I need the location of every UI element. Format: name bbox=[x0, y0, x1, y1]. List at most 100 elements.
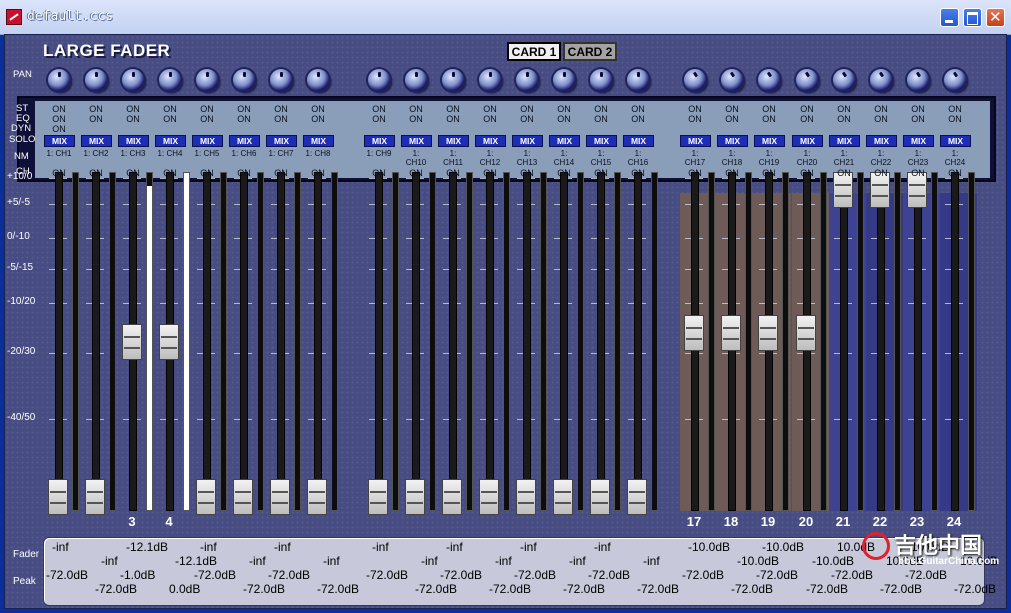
pan-knob[interactable] bbox=[307, 69, 329, 91]
eq-toggle[interactable]: ON bbox=[901, 114, 935, 124]
ch-on-toggle[interactable]: ON bbox=[901, 168, 935, 178]
ch-on-toggle[interactable]: ON bbox=[153, 168, 187, 178]
fader-handle[interactable] bbox=[307, 479, 327, 515]
pan-knob[interactable] bbox=[907, 69, 929, 91]
close-button[interactable]: ✕ bbox=[986, 8, 1005, 27]
ch-on-toggle[interactable]: ON bbox=[938, 168, 972, 178]
solo-mix-button[interactable]: MIX bbox=[755, 136, 784, 146]
fader-handle[interactable] bbox=[405, 479, 425, 515]
eq-toggle[interactable]: ON bbox=[116, 114, 150, 124]
solo-mix-button[interactable]: MIX bbox=[718, 136, 747, 146]
eq-toggle[interactable]: ON bbox=[621, 114, 655, 124]
solo-mix-button[interactable]: MIX bbox=[156, 136, 185, 146]
fader-handle[interactable] bbox=[553, 479, 573, 515]
st-toggle[interactable]: ON bbox=[938, 104, 972, 114]
pan-knob[interactable] bbox=[233, 69, 255, 91]
eq-toggle[interactable]: ON bbox=[827, 114, 861, 124]
eq-toggle[interactable]: ON bbox=[510, 114, 544, 124]
eq-toggle[interactable]: ON bbox=[190, 114, 224, 124]
eq-toggle[interactable]: ON bbox=[79, 114, 113, 124]
pan-knob[interactable] bbox=[122, 69, 144, 91]
ch-on-toggle[interactable]: ON bbox=[301, 168, 335, 178]
solo-mix-button[interactable]: MIX bbox=[476, 136, 505, 146]
solo-mix-button[interactable]: MIX bbox=[82, 136, 111, 146]
pan-knob[interactable] bbox=[159, 69, 181, 91]
pan-knob[interactable] bbox=[405, 69, 427, 91]
ch-on-toggle[interactable]: ON bbox=[264, 168, 298, 178]
st-toggle[interactable]: ON bbox=[752, 104, 786, 114]
st-toggle[interactable]: ON bbox=[79, 104, 113, 114]
st-toggle[interactable]: ON bbox=[584, 104, 618, 114]
pan-knob[interactable] bbox=[516, 69, 538, 91]
solo-mix-button[interactable]: MIX bbox=[867, 136, 896, 146]
eq-toggle[interactable]: ON bbox=[42, 114, 76, 124]
ch-on-toggle[interactable]: ON bbox=[752, 168, 786, 178]
pan-knob[interactable] bbox=[758, 69, 780, 91]
eq-toggle[interactable]: ON bbox=[473, 114, 507, 124]
ch-on-toggle[interactable]: ON bbox=[510, 168, 544, 178]
pan-knob[interactable] bbox=[368, 69, 390, 91]
solo-mix-button[interactable]: MIX bbox=[365, 136, 394, 146]
fader-handle[interactable] bbox=[368, 479, 388, 515]
eq-toggle[interactable]: ON bbox=[301, 114, 335, 124]
ch-on-toggle[interactable]: ON bbox=[827, 168, 861, 178]
fader-handle[interactable] bbox=[122, 324, 142, 360]
st-toggle[interactable]: ON bbox=[547, 104, 581, 114]
pan-knob[interactable] bbox=[684, 69, 706, 91]
solo-mix-button[interactable]: MIX bbox=[304, 136, 333, 146]
solo-mix-button[interactable]: MIX bbox=[230, 136, 259, 146]
st-toggle[interactable]: ON bbox=[399, 104, 433, 114]
eq-toggle[interactable]: ON bbox=[399, 114, 433, 124]
ch-on-toggle[interactable]: ON bbox=[79, 168, 113, 178]
pan-knob[interactable] bbox=[833, 69, 855, 91]
pan-knob[interactable] bbox=[944, 69, 966, 91]
ch-on-toggle[interactable]: ON bbox=[621, 168, 655, 178]
solo-mix-button[interactable]: MIX bbox=[793, 136, 822, 146]
solo-mix-button[interactable]: MIX bbox=[513, 136, 542, 146]
ch-on-toggle[interactable]: ON bbox=[436, 168, 470, 178]
ch-on-toggle[interactable]: ON bbox=[584, 168, 618, 178]
title-bar[interactable]: default.ccs ✕ bbox=[0, 0, 1011, 35]
solo-mix-button[interactable]: MIX bbox=[45, 136, 74, 146]
st-toggle[interactable]: ON bbox=[227, 104, 261, 114]
pan-knob[interactable] bbox=[479, 69, 501, 91]
eq-toggle[interactable]: ON bbox=[547, 114, 581, 124]
solo-mix-button[interactable]: MIX bbox=[904, 136, 933, 146]
fader-handle[interactable] bbox=[516, 479, 536, 515]
ch-on-toggle[interactable]: ON bbox=[362, 168, 396, 178]
solo-mix-button[interactable]: MIX bbox=[587, 136, 616, 146]
pan-knob[interactable] bbox=[553, 69, 575, 91]
st-toggle[interactable]: ON bbox=[264, 104, 298, 114]
eq-toggle[interactable]: ON bbox=[752, 114, 786, 124]
pan-knob[interactable] bbox=[85, 69, 107, 91]
pan-knob[interactable] bbox=[48, 69, 70, 91]
eq-toggle[interactable]: ON bbox=[790, 114, 824, 124]
eq-toggle[interactable]: ON bbox=[227, 114, 261, 124]
st-toggle[interactable]: ON bbox=[901, 104, 935, 114]
eq-toggle[interactable]: ON bbox=[584, 114, 618, 124]
fader-handle[interactable] bbox=[442, 479, 462, 515]
st-toggle[interactable]: ON bbox=[510, 104, 544, 114]
solo-mix-button[interactable]: MIX bbox=[267, 136, 296, 146]
dyn-toggle[interactable]: ON bbox=[42, 124, 76, 134]
pan-knob[interactable] bbox=[627, 69, 649, 91]
ch-on-toggle[interactable]: ON bbox=[864, 168, 898, 178]
ch-on-toggle[interactable]: ON bbox=[473, 168, 507, 178]
st-toggle[interactable]: ON bbox=[864, 104, 898, 114]
card-1-button[interactable]: CARD 1 bbox=[507, 42, 561, 61]
fader-handle[interactable] bbox=[721, 315, 741, 351]
fader-handle[interactable] bbox=[233, 479, 253, 515]
fader-handle[interactable] bbox=[196, 479, 216, 515]
solo-mix-button[interactable]: MIX bbox=[439, 136, 468, 146]
card-2-button[interactable]: CARD 2 bbox=[563, 42, 617, 61]
pan-knob[interactable] bbox=[870, 69, 892, 91]
st-toggle[interactable]: ON bbox=[42, 104, 76, 114]
ch-on-toggle[interactable]: ON bbox=[42, 168, 76, 178]
eq-toggle[interactable]: ON bbox=[264, 114, 298, 124]
st-toggle[interactable]: ON bbox=[116, 104, 150, 114]
st-toggle[interactable]: ON bbox=[790, 104, 824, 114]
eq-toggle[interactable]: ON bbox=[436, 114, 470, 124]
st-toggle[interactable]: ON bbox=[473, 104, 507, 114]
pan-knob[interactable] bbox=[442, 69, 464, 91]
fader-handle[interactable] bbox=[159, 324, 179, 360]
